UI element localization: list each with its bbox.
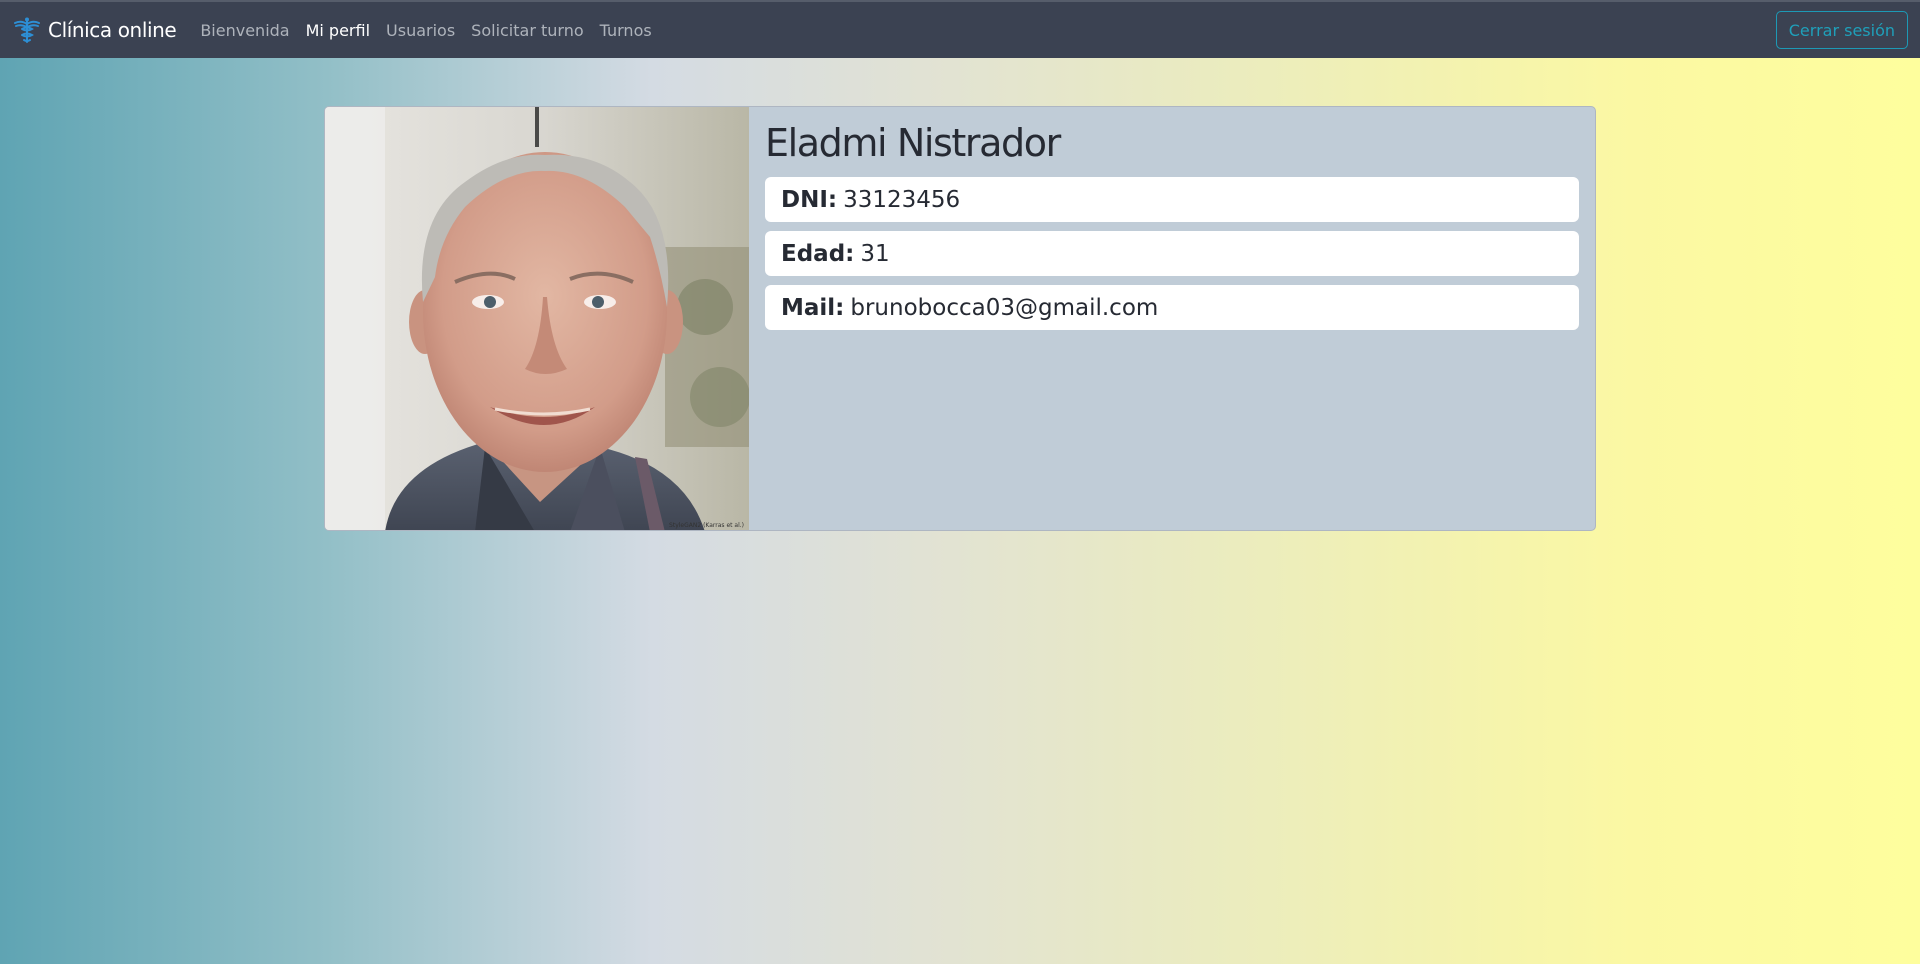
edad-field: Edad: 31 <box>765 231 1579 276</box>
nav-item-turnos[interactable]: Turnos <box>600 21 652 40</box>
navbar: Clínica online Bienvenida Mi perfil Usua… <box>0 0 1920 58</box>
nav-menu: Bienvenida Mi perfil Usuarios Solicitar … <box>200 21 651 40</box>
dni-value: 33123456 <box>843 186 961 213</box>
dni-field: DNI: 33123456 <box>765 177 1579 222</box>
profile-info: Eladmi Nistrador DNI: 33123456 Edad: 31 … <box>749 107 1595 530</box>
nav-item-mi-perfil[interactable]: Mi perfil <box>306 21 370 40</box>
portrait-illustration <box>325 107 749 530</box>
nav-item-bienvenida[interactable]: Bienvenida <box>200 21 289 40</box>
profile-name: Eladmi Nistrador <box>765 121 1061 165</box>
nav-item-solicitar-turno[interactable]: Solicitar turno <box>471 21 583 40</box>
profile-photo: StyleGAN2 (Karras et al.) <box>325 107 749 530</box>
logout-button[interactable]: Cerrar sesión <box>1775 11 1908 49</box>
caduceus-icon <box>14 17 40 43</box>
mail-value: brunobocca03@gmail.com <box>850 294 1159 321</box>
photo-caption: StyleGAN2 (Karras et al.) <box>669 522 744 529</box>
dni-label: DNI: <box>781 186 838 213</box>
nav-item-usuarios[interactable]: Usuarios <box>386 21 455 40</box>
brand-text: Clínica online <box>48 18 177 42</box>
profile-card: StyleGAN2 (Karras et al.) Eladmi Nistrad… <box>324 106 1596 531</box>
mail-field: Mail: brunobocca03@gmail.com <box>765 285 1579 330</box>
edad-label: Edad: <box>781 240 855 267</box>
edad-value: 31 <box>860 240 890 267</box>
brand-link[interactable]: Clínica online <box>12 17 177 43</box>
mail-label: Mail: <box>781 294 845 321</box>
